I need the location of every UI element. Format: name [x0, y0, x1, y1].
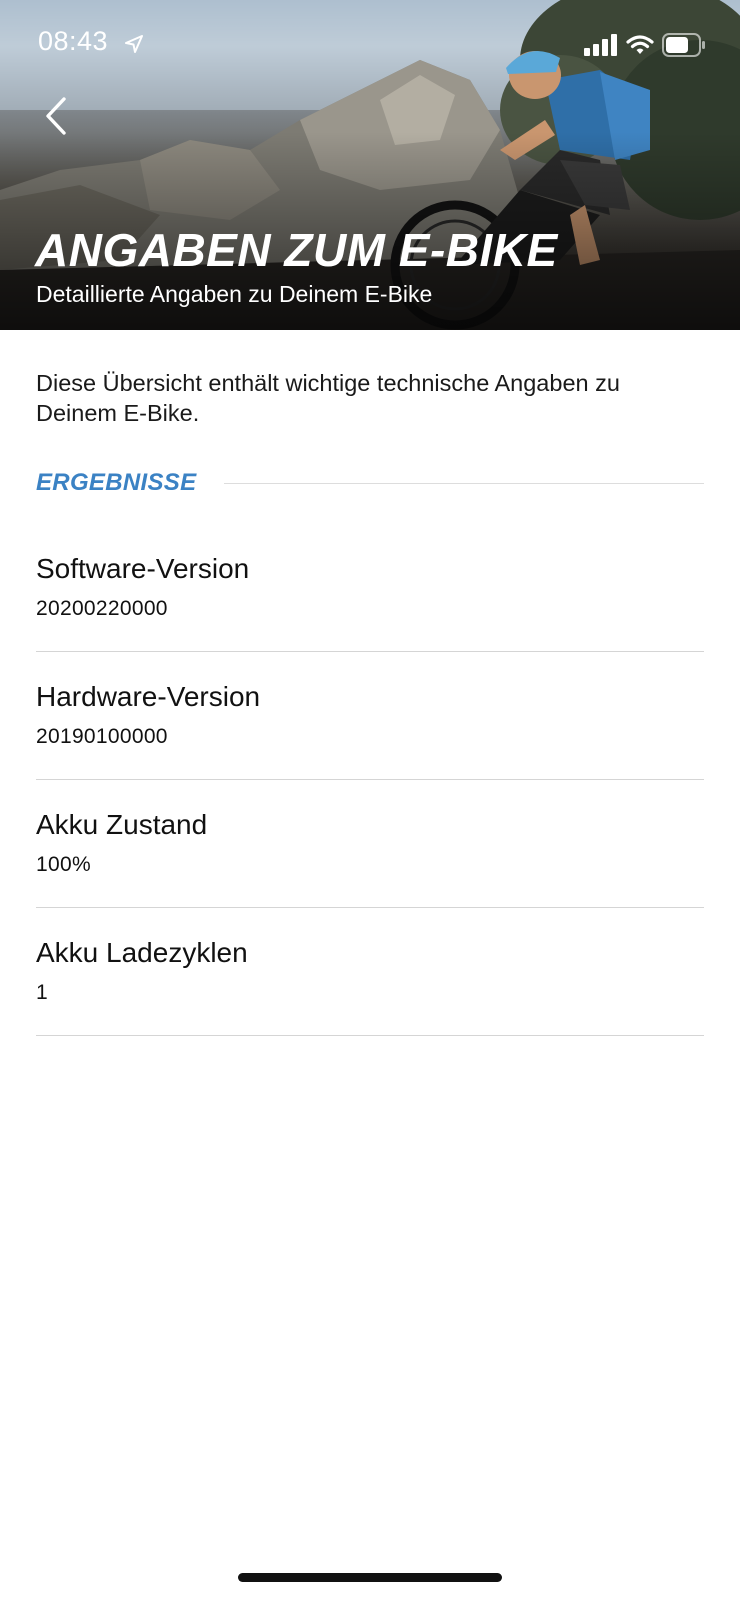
battery-icon: [662, 33, 706, 62]
results-list: Software-Version 20200220000 Hardware-Ve…: [36, 524, 704, 1036]
ebike-details-screen: 08:43 ANGABEN ZUM E-BIKE Detaillierte An…: [0, 0, 740, 1600]
result-software-version: Software-Version 20200220000: [36, 524, 704, 652]
cellular-signal-icon: [584, 34, 620, 61]
result-value: 1: [36, 981, 48, 1004]
section-divider: [224, 482, 704, 484]
results-section-header: ERGEBNISSE: [36, 466, 704, 500]
page-subtitle: Detaillierte Angaben zu Deinem E-Bike: [36, 281, 433, 307]
result-label: Akku Ladezyklen: [36, 937, 248, 968]
result-battery-health: Akku Zustand 100%: [36, 780, 704, 908]
hero-banner: 08:43 ANGABEN ZUM E-BIKE Detaillierte An…: [0, 0, 740, 330]
result-label: Hardware-Version: [36, 681, 261, 712]
home-indicator[interactable]: [238, 1573, 502, 1582]
result-label: Akku Zustand: [36, 809, 208, 840]
page-title: ANGABEN ZUM E-BIKE: [35, 224, 558, 276]
back-button[interactable]: [30, 88, 82, 144]
section-title: ERGEBNISSE: [36, 469, 197, 496]
result-hardware-version: Hardware-Version 20190100000: [36, 652, 704, 780]
result-value: 100%: [36, 853, 91, 876]
intro-text: Diese Übersicht enthält wichtige technis…: [36, 370, 620, 426]
chevron-left-icon: [46, 97, 66, 135]
status-time: 08:43: [38, 26, 109, 56]
result-label: Software-Version: [36, 553, 250, 584]
location-arrow-icon: [124, 34, 146, 56]
result-value: 20200220000: [36, 597, 168, 620]
wifi-icon: [626, 34, 654, 61]
result-value: 20190100000: [36, 725, 168, 748]
result-charge-cycles: Akku Ladezyklen 1: [36, 908, 704, 1036]
